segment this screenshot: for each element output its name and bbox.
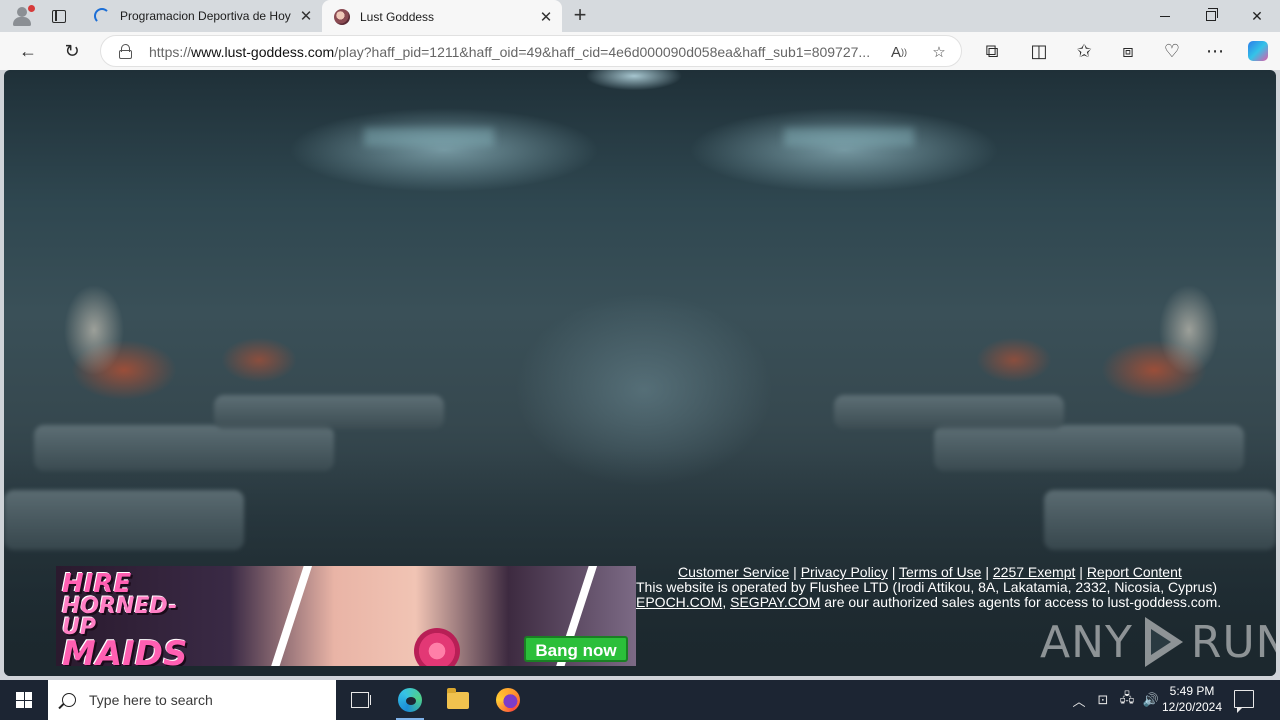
epoch-link[interactable]: EPOCH.COM	[636, 594, 722, 610]
segpay-link[interactable]: SEGPAY.COM	[730, 594, 820, 610]
play-logo-icon	[1139, 615, 1185, 669]
site-favicon-icon	[334, 8, 350, 25]
bed	[834, 395, 1064, 429]
network-icon[interactable]: 🖧	[1116, 680, 1138, 720]
start-button[interactable]	[0, 680, 48, 720]
read-aloud-icon[interactable]: A))	[887, 40, 911, 64]
taskbar: Type here to search ︿ ⊡ 🖧 🔊 5:49 PM 12/2…	[0, 680, 1280, 720]
task-view-button[interactable]	[336, 680, 384, 720]
refresh-button[interactable]: ↻	[58, 37, 86, 65]
close-icon: ✕	[1251, 7, 1263, 24]
tab-close-icon[interactable]: ✕	[538, 9, 554, 26]
tab-lust-goddess[interactable]: Lust Goddess ✕	[322, 0, 562, 33]
taskbar-file-explorer[interactable]	[434, 680, 482, 720]
address-bar[interactable]: https://www.lust-goddess.com/play?haff_p…	[100, 35, 962, 67]
browser-essentials-icon[interactable]: ♡	[1158, 37, 1186, 65]
profile-avatar-icon[interactable]	[10, 5, 35, 27]
edge-icon	[398, 688, 422, 712]
ceiling-light	[364, 128, 494, 146]
bed	[214, 395, 444, 429]
lock-icon	[119, 44, 132, 59]
clock-time: 5:49 PM	[1169, 684, 1215, 698]
close-window-button[interactable]: ✕	[1234, 0, 1280, 32]
footer-link-report[interactable]: Report Content	[1087, 564, 1182, 580]
taskbar-edge[interactable]	[386, 680, 434, 720]
tab-strip: Programacion Deportiva de Hoy ✕ Lust God…	[0, 0, 1280, 33]
url-text[interactable]: https://www.lust-goddess.com/play?haff_p…	[149, 44, 879, 60]
minimize-icon	[1160, 15, 1170, 17]
footer-link-2257[interactable]: 2257 Exempt	[993, 564, 1076, 580]
restore-icon	[1206, 8, 1218, 21]
tab-actions-icon[interactable]	[48, 6, 70, 26]
loading-spinner-icon	[94, 8, 110, 24]
firefox-icon	[496, 688, 520, 712]
tray-device-icon[interactable]: ⊡	[1092, 680, 1114, 720]
sales-agents-text: EPOCH.COM, SEGPAY.COM are our authorized…	[636, 594, 1222, 610]
back-arrow-icon: ←	[19, 40, 37, 61]
ad-banner[interactable]: HIRE HORNED-UP MAIDS Bang now	[56, 566, 636, 666]
clock-date: 12/20/2024	[1161, 700, 1223, 714]
new-tab-button[interactable]: +	[568, 4, 592, 28]
tab-programacion[interactable]: Programacion Deportiva de Hoy ✕	[84, 0, 322, 32]
footer-link-terms[interactable]: Terms of Use	[899, 564, 981, 580]
game-background: HIRE HORNED-UP MAIDS Bang now Customer S…	[4, 70, 1276, 676]
bed	[1044, 490, 1276, 550]
footer-links: Customer Service | Privacy Policy | Term…	[678, 564, 1182, 580]
search-placeholder: Type here to search	[89, 692, 213, 708]
more-options-icon[interactable]: ⋯	[1201, 37, 1229, 65]
folder-icon	[447, 687, 469, 709]
taskbar-firefox[interactable]	[484, 680, 532, 720]
ad-graphic	[414, 628, 460, 666]
restore-button[interactable]	[1188, 0, 1234, 32]
tab-title: Programacion Deportiva de Hoy	[120, 9, 291, 23]
ceiling-light	[784, 128, 914, 146]
clock[interactable]: 5:49 PM 12/20/2024	[1158, 683, 1226, 715]
site-footer: Customer Service | Privacy Policy | Term…	[636, 565, 1256, 610]
bed	[34, 425, 334, 471]
notification-icon[interactable]	[1234, 690, 1254, 713]
minimize-button[interactable]	[1142, 0, 1188, 32]
collections-icon[interactable]: ⧈	[1114, 37, 1142, 65]
anyrun-watermark: ANY RUN	[1040, 615, 1276, 669]
task-view-icon	[351, 692, 371, 708]
ad-stripe	[266, 566, 314, 666]
back-button[interactable]: ←	[14, 37, 42, 65]
refresh-icon: ↻	[64, 40, 80, 61]
bed	[4, 490, 244, 550]
extensions-icon[interactable]: ⧉	[978, 37, 1006, 65]
favorites-icon[interactable]: ✩	[1070, 37, 1098, 65]
tray-chevron-icon[interactable]: ︿	[1068, 680, 1090, 720]
browser-toolbar: ← ↻ https://www.lust-goddess.com/play?ha…	[0, 32, 1280, 70]
ad-cta-button[interactable]: Bang now	[524, 636, 628, 662]
search-icon	[62, 693, 76, 707]
footer-link-customer-service[interactable]: Customer Service	[678, 564, 789, 580]
windows-logo-icon	[16, 692, 32, 708]
split-screen-icon[interactable]: ◫	[1025, 37, 1053, 65]
footer-link-privacy-policy[interactable]: Privacy Policy	[801, 564, 888, 580]
copilot-icon[interactable]	[1244, 37, 1272, 65]
tab-close-icon[interactable]: ✕	[298, 8, 314, 25]
ad-title: HIRE HORNED-UP MAIDS	[62, 569, 188, 666]
bed	[934, 425, 1244, 471]
tab-title: Lust Goddess	[360, 9, 435, 24]
taskbar-search-box[interactable]: Type here to search	[48, 680, 336, 720]
operator-text: This website is operated by Flushee LTD …	[636, 579, 1218, 595]
favorite-star-icon[interactable]: ☆	[927, 40, 951, 64]
